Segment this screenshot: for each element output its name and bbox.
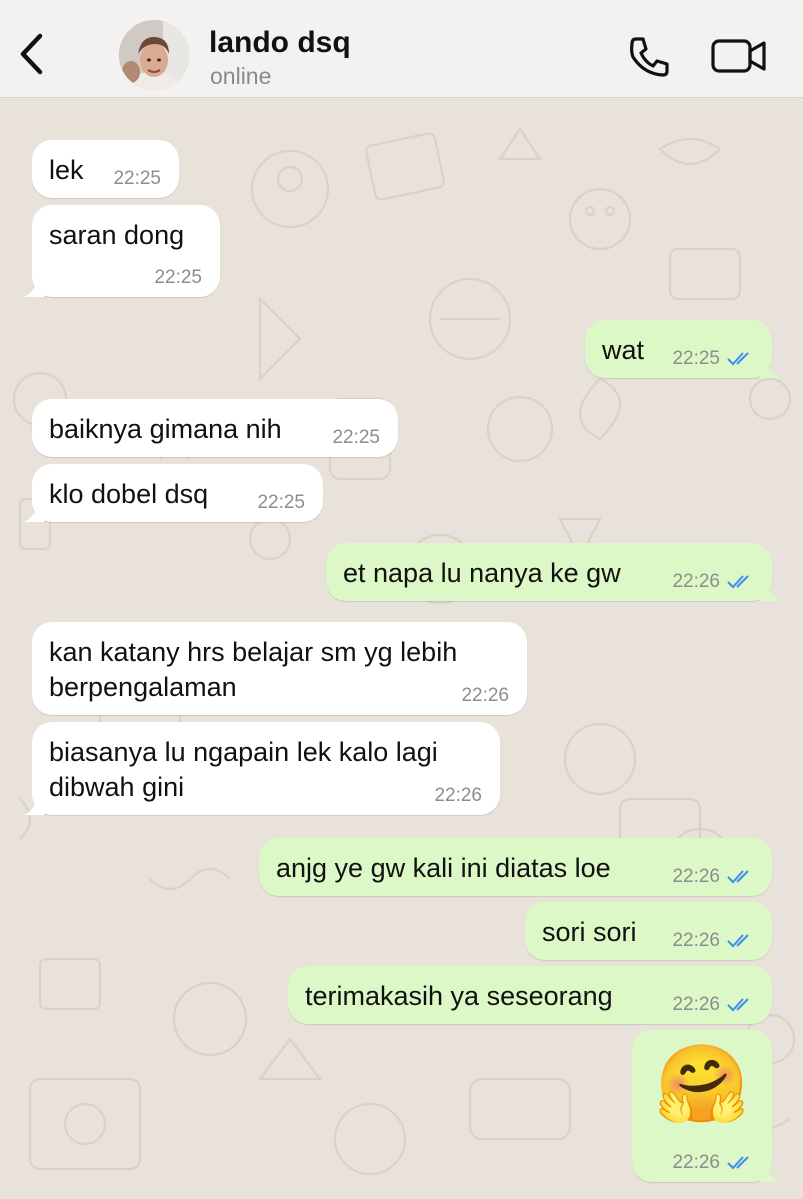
double-check-icon xyxy=(727,352,749,366)
message-bubble-incoming[interactable]: biasanya lu ngapain lek kalo lagi dibwah… xyxy=(24,722,500,815)
message-text: et napa lu nanya ke gw xyxy=(343,558,621,588)
chevron-left-icon xyxy=(20,33,43,75)
message-bubble-outgoing[interactable]: anjg ye gw kali ini diatas loe 22:26 xyxy=(259,838,772,896)
message-text: baiknya gimana nih xyxy=(49,414,282,444)
video-call-button[interactable] xyxy=(709,36,769,76)
message-text: lek xyxy=(49,155,84,185)
bubble-tail xyxy=(760,581,780,601)
bubble-tail xyxy=(760,358,780,378)
contact-name[interactable]: lando dsq xyxy=(209,26,351,60)
message-text: saran dong xyxy=(49,220,185,250)
message-bubble-incoming[interactable]: saran dong 22:25 xyxy=(24,205,220,297)
message-time: 22:25 xyxy=(154,267,202,288)
message-text: sori sori xyxy=(542,917,637,947)
message-text: terimakasih ya seseorang xyxy=(305,981,613,1011)
phone-icon xyxy=(630,37,669,77)
message-time: 22:25 xyxy=(332,427,380,448)
message-meta: 22:25 xyxy=(332,428,380,448)
contact-status: online xyxy=(210,63,272,89)
message-meta: 22:25 xyxy=(113,169,161,189)
message-time: 22:25 xyxy=(257,492,305,513)
message-bubble-outgoing[interactable]: terimakasih ya seseorang 22:26 xyxy=(288,966,772,1024)
double-check-icon xyxy=(727,575,749,589)
message-bubble-incoming[interactable]: kan katany hrs belajar sm yg lebih berpe… xyxy=(32,622,527,715)
message-text: kan katany hrs belajar sm yg lebih berpe… xyxy=(49,637,465,702)
hugging-face-emoji: 🤗 xyxy=(654,1042,750,1127)
double-check-icon xyxy=(727,870,749,884)
message-bubble-outgoing[interactable]: 🤗 22:26 xyxy=(632,1030,780,1182)
message-time: 22:25 xyxy=(113,168,161,189)
message-text: anjg ye gw kali ini diatas loe xyxy=(276,853,611,883)
message-time: 22:26 xyxy=(672,1152,720,1173)
message-meta: 22:25 xyxy=(672,349,754,369)
message-time: 22:26 xyxy=(434,785,482,806)
avatar-photo xyxy=(119,20,189,90)
message-meta: 22:26 xyxy=(461,686,509,706)
message-time: 22:26 xyxy=(672,994,720,1015)
back-button[interactable] xyxy=(14,30,50,78)
message-time: 22:26 xyxy=(672,930,720,951)
message-text: klo dobel dsq xyxy=(49,479,209,509)
bubble-tail xyxy=(24,277,44,297)
message-text: biasanya lu ngapain lek kalo lagi dibwah… xyxy=(49,737,446,802)
message-meta: 22:25 xyxy=(257,493,305,513)
message-bubble-outgoing[interactable]: sori sori 22:26 xyxy=(525,902,772,960)
video-camera-icon xyxy=(711,39,766,73)
message-bubble-incoming[interactable]: klo dobel dsq 22:25 xyxy=(24,464,323,522)
message-meta: 22:26 xyxy=(672,867,754,887)
bubble-tail xyxy=(24,795,44,815)
bubble-tail xyxy=(24,502,44,522)
message-time: 22:26 xyxy=(672,571,720,592)
message-text: wat xyxy=(602,335,645,365)
double-check-icon xyxy=(727,1156,749,1170)
message-time: 22:26 xyxy=(672,866,720,887)
voice-call-button[interactable] xyxy=(626,34,672,80)
message-meta: 22:26 xyxy=(672,572,754,592)
chat-header: lando dsq online xyxy=(0,0,803,98)
message-meta: 22:26 xyxy=(434,786,482,806)
message-time: 22:26 xyxy=(461,685,509,706)
bubble-tail xyxy=(760,1162,780,1182)
message-meta: 22:25 xyxy=(154,268,202,288)
double-check-icon xyxy=(727,998,749,1012)
message-meta: 22:26 xyxy=(672,1153,754,1173)
chat-area[interactable]: lek 22:25 saran dong 22:25 wat 22:25 bai… xyxy=(0,99,803,1199)
double-check-icon xyxy=(727,934,749,948)
message-bubble-outgoing[interactable]: et napa lu nanya ke gw 22:26 xyxy=(326,543,780,601)
message-meta: 22:26 xyxy=(672,931,754,951)
message-time: 22:25 xyxy=(672,348,720,369)
avatar[interactable] xyxy=(119,20,189,90)
message-bubble-outgoing[interactable]: wat 22:25 xyxy=(585,320,780,378)
message-bubble-incoming[interactable]: baiknya gimana nih 22:25 xyxy=(32,399,398,457)
message-meta: 22:26 xyxy=(672,995,754,1015)
message-bubble-incoming[interactable]: lek 22:25 xyxy=(32,140,179,198)
